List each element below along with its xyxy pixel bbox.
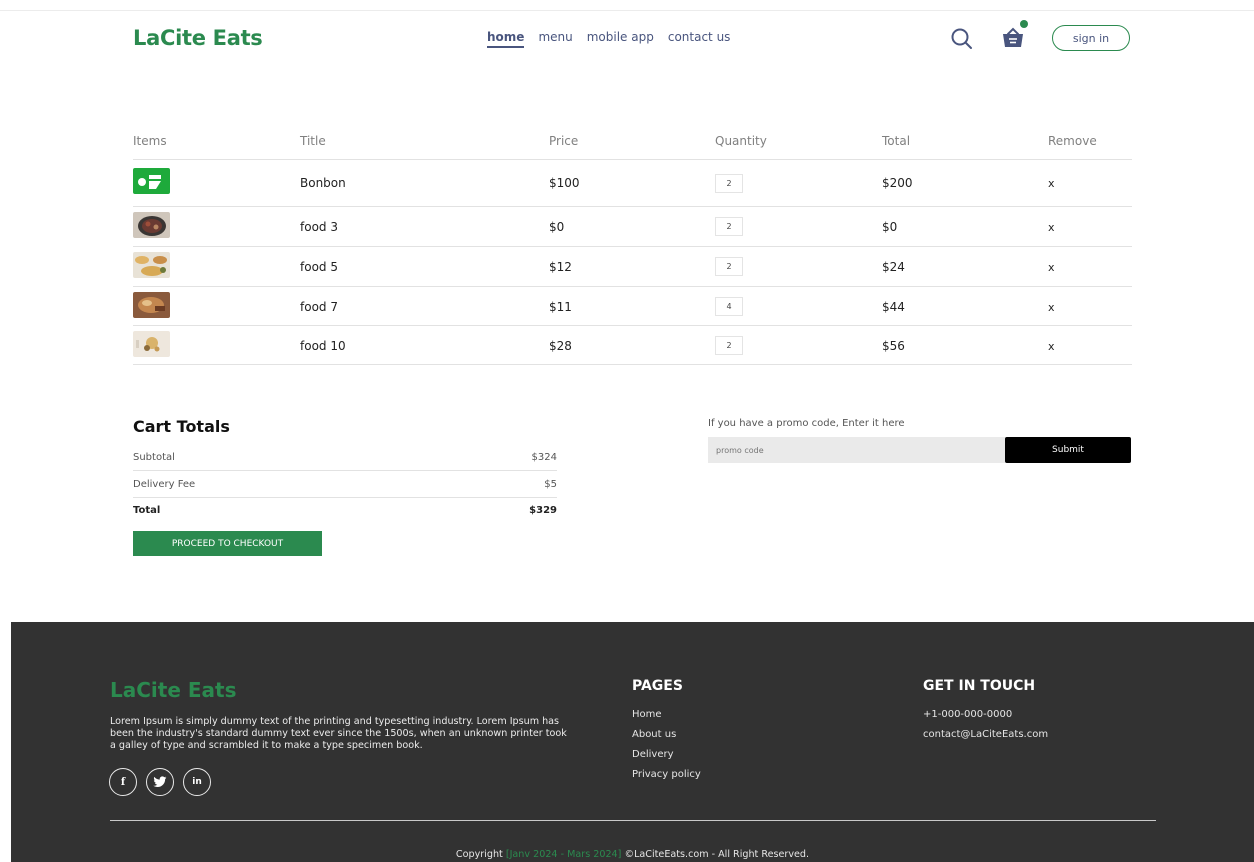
subtotal-value: $324 (531, 452, 557, 463)
item-price: $100 (549, 176, 580, 190)
item-thumbnail (133, 212, 170, 241)
cart-table-header: Items Title Price Quantity Total Remove (133, 126, 1132, 160)
nav-home[interactable]: home (487, 30, 525, 48)
item-title: food 3 (300, 220, 338, 234)
table-row: Bonbon $100 2 $200 x (133, 160, 1132, 207)
item-thumbnail (133, 168, 170, 197)
item-price: $11 (549, 300, 572, 314)
quantity-field[interactable]: 2 (715, 336, 743, 355)
item-total: $24 (882, 260, 905, 274)
item-price: $0 (549, 220, 565, 234)
nav-contact-us[interactable]: contact us (668, 30, 731, 48)
quantity-field[interactable]: 2 (715, 217, 743, 236)
table-row: food 7 $11 4 $44 x (133, 287, 1132, 326)
item-thumbnail (133, 331, 170, 360)
sign-in-button[interactable]: sign in (1052, 25, 1130, 51)
item-total: $44 (882, 300, 905, 314)
item-total: $0 (882, 220, 898, 234)
footer-divider (110, 820, 1156, 821)
item-price: $28 (549, 339, 572, 353)
nav-menu[interactable]: menu (538, 30, 572, 48)
quantity-field[interactable]: 2 (715, 174, 743, 193)
remove-item-button[interactable]: x (1048, 340, 1055, 353)
footer-description: Lorem Ipsum is simply dummy text of the … (110, 716, 567, 751)
header-items: Items (133, 134, 167, 148)
item-price: $12 (549, 260, 572, 274)
item-thumbnail (133, 252, 170, 281)
proceed-to-checkout-button[interactable]: PROCEED TO CHECKOUT (133, 531, 322, 556)
item-thumbnail (133, 292, 170, 321)
item-total: $56 (882, 339, 905, 353)
linkedin-icon[interactable]: in (183, 768, 211, 796)
quantity-field[interactable]: 2 (715, 257, 743, 276)
cart-totals-title: Cart Totals (133, 417, 230, 436)
item-title: food 7 (300, 300, 338, 314)
table-row: food 5 $12 2 $24 x (133, 247, 1132, 287)
delivery-fee-label: Delivery Fee (133, 479, 196, 490)
table-row: food 10 $28 2 $56 x (133, 326, 1132, 365)
quantity-field[interactable]: 4 (715, 297, 743, 316)
remove-item-button[interactable]: x (1048, 177, 1055, 190)
remove-item-button[interactable]: x (1048, 261, 1055, 274)
divider (133, 497, 557, 498)
contact-info: +1-000-000-0000 contact@LaCiteEats.com (923, 705, 1048, 745)
contact-email[interactable]: contact@LaCiteEats.com (923, 725, 1048, 745)
header-remove: Remove (1048, 134, 1097, 148)
facebook-icon[interactable]: f (109, 768, 137, 796)
promo-submit-button[interactable]: Submit (1005, 437, 1131, 463)
promo-code-form: Submit (708, 437, 1131, 463)
total-row: Total $329 (133, 505, 557, 516)
promo-code-input[interactable] (708, 437, 1005, 463)
footer-link-about-us[interactable]: About us (632, 725, 701, 745)
item-title: food 10 (300, 339, 346, 353)
item-total: $200 (882, 176, 913, 190)
header-quantity: Quantity (715, 134, 767, 148)
top-border (0, 10, 1254, 11)
delivery-fee-value: $5 (544, 479, 557, 490)
item-title: food 5 (300, 260, 338, 274)
copyright-prefix: Copyright (455, 849, 503, 860)
footer-link-delivery[interactable]: Delivery (632, 745, 701, 765)
footer-logo[interactable]: LaCite Eats (110, 678, 236, 702)
table-row: food 3 $0 2 $0 x (133, 207, 1132, 247)
twitter-bird-icon (153, 776, 167, 788)
delivery-row: Delivery Fee $5 (133, 479, 557, 490)
copyright-dates: [Janv 2024 - Mars 2024] (505, 849, 622, 860)
item-title: Bonbon (300, 176, 346, 190)
divider (133, 470, 557, 471)
main-nav: home menu mobile app contact us (487, 30, 730, 48)
brand-logo[interactable]: LaCite Eats (133, 26, 263, 50)
copyright: Copyright [Janv 2024 - Mars 2024] ©LaCit… (11, 849, 1254, 860)
subtotal-label: Subtotal (133, 452, 175, 463)
pages-heading: PAGES (632, 678, 683, 694)
promo-code-label: If you have a promo code, Enter it here (708, 418, 905, 429)
cart-notification-dot (1020, 20, 1028, 28)
total-value: $329 (529, 505, 557, 516)
twitter-icon[interactable] (146, 768, 174, 796)
search-icon[interactable] (949, 26, 975, 52)
copyright-suffix: ©LaCiteEats.com - All Right Reserved. (624, 849, 810, 860)
get-in-touch-heading: GET IN TOUCH (923, 678, 1036, 694)
footer: LaCite Eats Lorem Ipsum is simply dummy … (11, 622, 1254, 862)
header-price: Price (549, 134, 579, 148)
remove-item-button[interactable]: x (1048, 301, 1055, 314)
footer-link-home[interactable]: Home (632, 705, 701, 725)
social-links: f in (109, 768, 211, 796)
footer-link-privacy-policy[interactable]: Privacy policy (632, 765, 701, 785)
total-label: Total (133, 505, 161, 516)
subtotal-row: Subtotal $324 (133, 452, 557, 463)
header-total: Total (882, 134, 911, 148)
basket-icon[interactable] (1000, 25, 1026, 51)
remove-item-button[interactable]: x (1048, 221, 1055, 234)
pages-links: Home About us Delivery Privacy policy (632, 705, 701, 785)
header-title: Title (300, 134, 326, 148)
nav-mobile-app[interactable]: mobile app (587, 30, 654, 48)
contact-phone[interactable]: +1-000-000-0000 (923, 705, 1048, 725)
